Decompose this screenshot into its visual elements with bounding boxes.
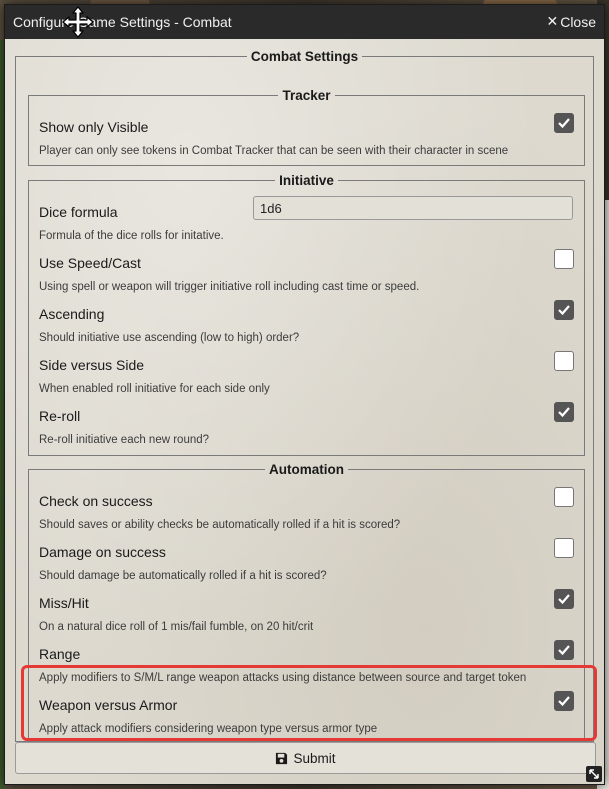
check-icon: [558, 696, 570, 707]
settings-dialog: Configure Game Settings - Combat ✕ Close…: [4, 4, 605, 785]
resize-icon: [589, 769, 599, 779]
submit-label: Submit: [293, 750, 336, 766]
submit-button[interactable]: Submit: [15, 742, 596, 774]
setting-row-check-on-success: Check on success Should saves or ability…: [39, 487, 574, 533]
close-icon: ✕: [546, 13, 559, 29]
setting-label: Damage on success: [39, 544, 166, 560]
combat-settings-fieldset: Combat Settings Tracker Show only Visibl…: [15, 49, 594, 747]
setting-hint: Player can only see tokens in Combat Tra…: [39, 145, 509, 157]
window-titlebar[interactable]: Configure Game Settings - Combat ✕ Close: [5, 5, 604, 39]
setting-hint: Should damage be automatically rolled if…: [39, 570, 327, 582]
initiative-legend: Initiative: [279, 173, 334, 188]
setting-row-weapon-versus-armor: Weapon versus Armor Apply attack modifie…: [39, 691, 574, 737]
resize-handle[interactable]: [586, 766, 602, 782]
close-button[interactable]: ✕ Close: [546, 13, 596, 30]
setting-row-re-roll: Re-roll Re-roll initiative each new roun…: [39, 402, 574, 448]
window-title: Configure Game Settings - Combat: [13, 14, 232, 30]
setting-row-side-versus-side: Side versus Side When enabled roll initi…: [39, 351, 574, 397]
setting-label: Ascending: [39, 306, 105, 322]
check-icon: [558, 407, 570, 418]
close-label: Close: [560, 13, 596, 30]
side-versus-side-checkbox[interactable]: [554, 351, 574, 371]
use-speed-cast-checkbox[interactable]: [554, 249, 574, 269]
save-icon: [276, 752, 288, 764]
show-only-visible-checkbox[interactable]: [554, 113, 574, 133]
check-icon: [558, 645, 570, 656]
setting-label: Check on success: [39, 493, 153, 509]
setting-hint: Re-roll initiative each new round?: [39, 434, 210, 446]
setting-row-damage-on-success: Damage on success Should damage be autom…: [39, 538, 574, 584]
setting-hint: Should saves or ability checks be automa…: [39, 519, 401, 531]
move-icon[interactable]: [61, 5, 95, 39]
setting-hint: On a natural dice roll of 1 mis/fail fum…: [39, 621, 314, 633]
re-roll-checkbox[interactable]: [554, 402, 574, 422]
initiative-fieldset: Initiative Dice formula Formula of the d…: [28, 173, 585, 456]
setting-row-range: Range Apply modifiers to S/M/L range wea…: [39, 640, 574, 686]
setting-hint: Formula of the dice rolls for initative.: [39, 230, 224, 242]
setting-row-dice-formula: Dice formula Formula of the dice rolls f…: [39, 196, 574, 244]
setting-hint: Using spell or weapon will trigger initi…: [39, 281, 420, 293]
tracker-legend: Tracker: [282, 88, 331, 103]
dice-formula-input[interactable]: [253, 196, 573, 220]
check-icon: [558, 594, 570, 605]
setting-hint: When enabled roll initiative for each si…: [39, 383, 270, 395]
setting-hint: Apply attack modifiers considering weapo…: [39, 723, 378, 735]
check-icon: [558, 118, 570, 129]
setting-label: Re-roll: [39, 408, 81, 424]
setting-label: Show only Visible: [39, 119, 149, 135]
damage-on-success-checkbox[interactable]: [554, 538, 574, 558]
setting-label: Range: [39, 646, 81, 662]
combat-settings-legend: Combat Settings: [250, 49, 359, 64]
automation-fieldset: Automation Check on success Should saves…: [28, 462, 585, 747]
setting-label: Weapon versus Armor: [39, 697, 178, 713]
check-icon: [558, 305, 570, 316]
weapon-versus-armor-checkbox[interactable]: [554, 691, 574, 711]
setting-label: Side versus Side: [39, 357, 145, 373]
tracker-fieldset: Tracker Show only Visible Player can onl…: [28, 88, 585, 166]
miss-hit-checkbox[interactable]: [554, 589, 574, 609]
range-checkbox[interactable]: [554, 640, 574, 660]
setting-row-miss-hit: Miss/Hit On a natural dice roll of 1 mis…: [39, 589, 574, 635]
check-on-success-checkbox[interactable]: [554, 487, 574, 507]
setting-hint: Apply modifiers to S/M/L range weapon at…: [39, 672, 527, 684]
setting-label: Miss/Hit: [39, 595, 89, 611]
setting-row-ascending: Ascending Should initiative use ascendin…: [39, 300, 574, 346]
ascending-checkbox[interactable]: [554, 300, 574, 320]
setting-row-use-speed-cast: Use Speed/Cast Using spell or weapon wil…: [39, 249, 574, 295]
setting-hint: Should initiative use ascending (low to …: [39, 332, 300, 344]
setting-row-show-only-visible: Show only Visible Player can only see to…: [39, 113, 574, 159]
setting-label: Use Speed/Cast: [39, 255, 141, 271]
setting-label: Dice formula: [39, 204, 118, 220]
automation-legend: Automation: [269, 462, 344, 477]
